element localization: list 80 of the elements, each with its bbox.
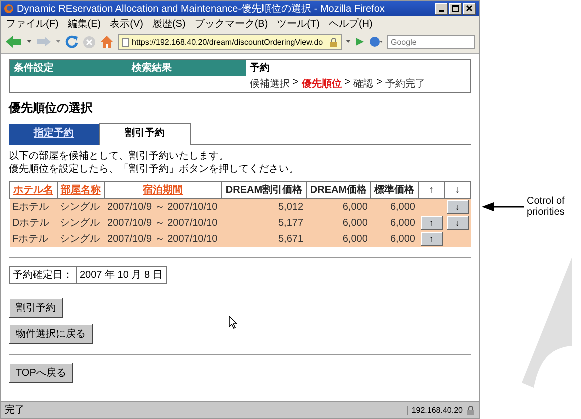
step-label: 条件設定 [10, 60, 128, 76]
maximize-icon [452, 5, 459, 12]
step-label: 検索結果 [128, 60, 246, 76]
table-cell: 5,012 [222, 198, 307, 215]
lock-icon [467, 406, 475, 414]
address-field[interactable]: https://192.168.40.20/dream/discountOrderingView.do [118, 34, 342, 50]
move-up-button[interactable]: ↑ [420, 232, 442, 246]
minimize-button[interactable] [435, 2, 448, 14]
column-header[interactable]: 部屋名称 [57, 182, 105, 198]
mouse-cursor-icon [229, 316, 238, 329]
table-cell: Dホテル [10, 215, 58, 231]
column-header: DREAM割引価格 [222, 182, 307, 198]
table-cell: シングル [57, 231, 105, 247]
column-header[interactable]: 宿泊期間 [104, 182, 222, 198]
lock-icon [330, 38, 338, 46]
form-button[interactable]: 物件選択に戻る [9, 324, 93, 344]
table-cell: Fホテル [10, 231, 58, 247]
pointer-arrow [482, 202, 524, 212]
date-value: 2007 年 10 月 8 日 [79, 269, 164, 283]
dropdown-arrow-icon[interactable] [27, 40, 32, 44]
top-button[interactable]: TOPへ戻る [9, 363, 74, 383]
instruction-text: 以下の部屋を候補として、割引予約いたします。 [9, 150, 230, 163]
dropdown-arrow-icon[interactable] [346, 40, 351, 44]
tab[interactable]: 割引予約 [99, 123, 191, 145]
status-host: 192.168.40.20 [406, 406, 463, 414]
column-header: 標準価格 [370, 182, 418, 198]
table-cell: 6,000 [370, 198, 418, 215]
close-button[interactable] [463, 2, 476, 14]
search-engine-icon[interactable] [369, 36, 383, 48]
page-heading: 優先順位の選択 [9, 100, 94, 117]
table-cell: 6,000 [306, 198, 371, 215]
table-cell: 5,177 [222, 215, 307, 231]
menu-item[interactable]: 履歴(S) [152, 17, 186, 31]
search-field[interactable]: Google [387, 35, 475, 49]
column-header: ↓ [444, 182, 470, 198]
column-header[interactable]: ホテル名 [10, 182, 58, 198]
window-title: Dynamic REservation Allocation and Maintenance-優先順位の選択 - Mozilla Firefox [17, 2, 386, 16]
sub-step: 優先順位 [302, 77, 342, 91]
date-label: 予約確定日： [10, 267, 77, 283]
menu-item[interactable]: ファイル(F) [6, 17, 59, 31]
table-cell: シングル [57, 215, 105, 231]
dropdown-arrow-icon[interactable] [56, 40, 61, 44]
table-cell: 6,000 [370, 215, 418, 231]
tab[interactable]: 指定予約 [9, 124, 99, 145]
table-cell: Eホテル [10, 198, 58, 215]
maximize-button[interactable] [449, 2, 462, 14]
form-button[interactable]: 割引予約 [9, 298, 63, 318]
instruction-text: 優先順位を設定したら、「割引予約」ボタンを押してください。 [9, 163, 300, 176]
close-icon [466, 5, 473, 12]
table-cell: 2007/10/9 ～ 2007/10/10 [104, 231, 222, 247]
page-icon [122, 38, 129, 46]
menu-item[interactable]: 編集(E) [68, 17, 102, 31]
menu-item[interactable]: 表示(V) [110, 17, 144, 31]
menu-item[interactable]: ヘルプ(H) [328, 17, 373, 31]
step-separator: > [376, 77, 383, 90]
column-header: DREAM価格 [306, 182, 371, 198]
table-cell: 6,000 [370, 231, 418, 247]
table-cell: 6,000 [306, 215, 371, 231]
menu-item[interactable]: ツール(T) [277, 17, 320, 31]
table-cell: 2007/10/9 ～ 2007/10/10 [104, 215, 222, 231]
column-header: ↑ [418, 182, 444, 198]
reload-icon[interactable] [65, 35, 79, 49]
move-down-button[interactable]: ↓ [446, 200, 468, 214]
sub-step: 確認 [354, 77, 374, 91]
status-text: 完了 [5, 404, 26, 417]
sub-step: 予約完了 [386, 77, 426, 91]
table-cell: シングル [57, 198, 105, 215]
table-cell: 6,000 [306, 231, 371, 247]
table-cell: 2007/10/9 ～ 2007/10/10 [104, 198, 222, 215]
menu-item[interactable]: ブックマーク(B) [194, 17, 268, 31]
home-icon[interactable] [100, 35, 114, 49]
annotation-text: Cotrol of priorities [527, 196, 566, 218]
go-icon[interactable] [355, 37, 365, 47]
browser-logo-icon [4, 4, 14, 14]
step-separator: > [293, 77, 299, 90]
step-separator: > [344, 77, 351, 90]
move-down-button[interactable]: ↓ [446, 216, 468, 230]
sub-step: 候補選択 [250, 77, 290, 91]
table-cell: 5,671 [222, 231, 307, 247]
move-up-button[interactable]: ↑ [420, 216, 442, 230]
